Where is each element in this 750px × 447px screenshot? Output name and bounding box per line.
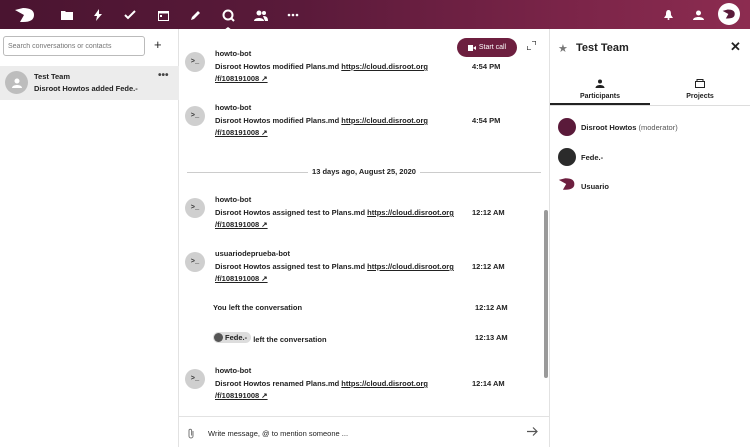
chat-scrollbar[interactable] — [544, 210, 548, 378]
date-separator-label: 13 days ago, August 25, 2020 — [308, 167, 420, 176]
message-time: 12:14 AM — [472, 379, 505, 388]
system-message-text: You left the conversation — [213, 303, 303, 312]
start-call-button[interactable]: Start call — [457, 38, 517, 57]
start-call-label: Start call — [478, 44, 507, 51]
system-message-text: left the conversation — [253, 335, 327, 344]
message-author: usuariodeprueba-bot — [215, 249, 291, 258]
calendar-icon[interactable] — [155, 7, 171, 23]
logo-icon[interactable] — [14, 7, 36, 23]
message-author: howto-bot — [215, 366, 252, 375]
bot-avatar: >_ — [185, 106, 205, 126]
contacts-menu-icon[interactable] — [690, 7, 706, 23]
message-link[interactable]: https://cloud.disroot.org — [341, 62, 428, 71]
fullscreen-icon[interactable] — [526, 40, 537, 53]
projects-icon — [650, 79, 750, 90]
conversation-item[interactable]: Test Team Disroot Howtos added Fede.- ••… — [0, 66, 179, 100]
video-icon — [467, 44, 476, 51]
new-conversation-button[interactable]: + — [154, 37, 162, 52]
message-text: Disroot Howtos modified Plans.md — [215, 62, 340, 71]
message-time: 4:54 PM — [472, 62, 501, 71]
message-author: howto-bot — [215, 103, 252, 112]
conversation-list-panel: + Test Team Disroot Howtos added Fede.- … — [0, 29, 179, 447]
group-avatar-icon — [5, 71, 28, 94]
notifications-icon[interactable] — [660, 7, 676, 23]
participant-name: Fede.- — [581, 153, 604, 162]
search-input[interactable] — [3, 36, 145, 56]
message-link-path[interactable]: /f/108191008 ↗ — [215, 128, 268, 137]
close-icon[interactable]: ✕ — [730, 39, 741, 55]
tab-projects-label: Projects — [686, 93, 714, 100]
bot-avatar: >_ — [185, 52, 205, 72]
user-mention-chip[interactable]: Fede.- — [213, 332, 252, 343]
conversation-menu-button[interactable]: ••• — [158, 70, 169, 81]
message-link-path[interactable]: /f/108191008 ↗ — [215, 220, 268, 229]
user-mention-name: Fede.- — [225, 333, 248, 342]
participant-avatar — [558, 177, 576, 195]
message-time: 12:12 AM — [475, 303, 508, 312]
message-author: howto-bot — [215, 195, 252, 204]
message-link[interactable]: https://cloud.disroot.org — [341, 116, 428, 125]
talk-icon[interactable] — [220, 7, 236, 23]
participant-item[interactable]: Fede.- — [558, 148, 748, 168]
bot-avatar: >_ — [185, 198, 205, 218]
tab-projects[interactable]: Projects — [650, 79, 750, 105]
message-author: howto-bot — [215, 49, 252, 58]
favorite-star-icon[interactable]: ★ — [558, 42, 568, 55]
participant-avatar — [558, 118, 576, 136]
message-input[interactable]: Write message, @ to mention someone ... — [208, 429, 348, 438]
bot-avatar: >_ — [185, 252, 205, 272]
send-icon[interactable] — [527, 425, 538, 439]
user-avatar[interactable] — [718, 3, 740, 25]
participant-name: Usuario — [581, 182, 609, 191]
message-text: Disroot Howtos modified Plans.md — [215, 116, 340, 125]
message-time: 12:12 AM — [472, 262, 505, 271]
participant-item[interactable]: Disroot Howtos (moderator) — [558, 118, 748, 138]
tasks-icon[interactable] — [122, 7, 138, 23]
conversation-title: Test Team — [34, 72, 70, 81]
message-text: Disroot Howtos assigned test to Plans.md — [215, 208, 366, 217]
attachment-icon[interactable] — [187, 428, 195, 442]
sidebar-title: Test Team — [576, 42, 629, 54]
message-time: 12:13 AM — [475, 333, 508, 342]
conversation-preview: Disroot Howtos added Fede.- — [34, 84, 138, 93]
message-time: 12:12 AM — [472, 208, 505, 217]
conversation-sidebar: ★ Test Team ✕ Participants Projects Disr… — [549, 29, 750, 447]
top-bar — [0, 0, 750, 30]
message-link[interactable]: https://cloud.disroot.org — [341, 379, 428, 388]
files-icon[interactable] — [59, 7, 75, 23]
participant-item[interactable]: Usuario — [558, 177, 748, 197]
message-text: Disroot Howtos renamed Plans.md — [215, 379, 340, 388]
bot-avatar: >_ — [185, 369, 205, 389]
message-link-path[interactable]: /f/108191008 ↗ — [215, 74, 268, 83]
message-link[interactable]: https://cloud.disroot.org — [367, 262, 454, 271]
notes-icon[interactable] — [187, 7, 203, 23]
tabs-divider — [550, 105, 750, 106]
contacts-icon[interactable] — [253, 7, 269, 23]
chat-panel: Start call >_ howto-bot Disroot Howtos m… — [179, 29, 549, 416]
tab-participants-label: Participants — [579, 93, 621, 100]
activity-icon[interactable] — [90, 7, 106, 23]
message-composer: Write message, @ to mention someone ... — [179, 416, 549, 447]
date-separator: 13 days ago, August 25, 2020 — [187, 167, 541, 177]
message-link-path[interactable]: /f/108191008 ↗ — [215, 391, 268, 400]
more-icon[interactable] — [285, 7, 301, 23]
participant-role: (moderator) — [638, 123, 678, 132]
participants-icon — [550, 79, 650, 90]
message-link-path[interactable]: /f/108191008 ↗ — [215, 274, 268, 283]
participant-name: Disroot Howtos — [581, 123, 637, 132]
message-time: 4:54 PM — [472, 116, 501, 125]
mini-avatar — [214, 333, 223, 342]
message-link[interactable]: https://cloud.disroot.org — [367, 208, 454, 217]
participant-avatar — [558, 148, 576, 166]
message-text: Disroot Howtos assigned test to Plans.md — [215, 262, 366, 271]
tab-participants[interactable]: Participants — [550, 79, 650, 105]
